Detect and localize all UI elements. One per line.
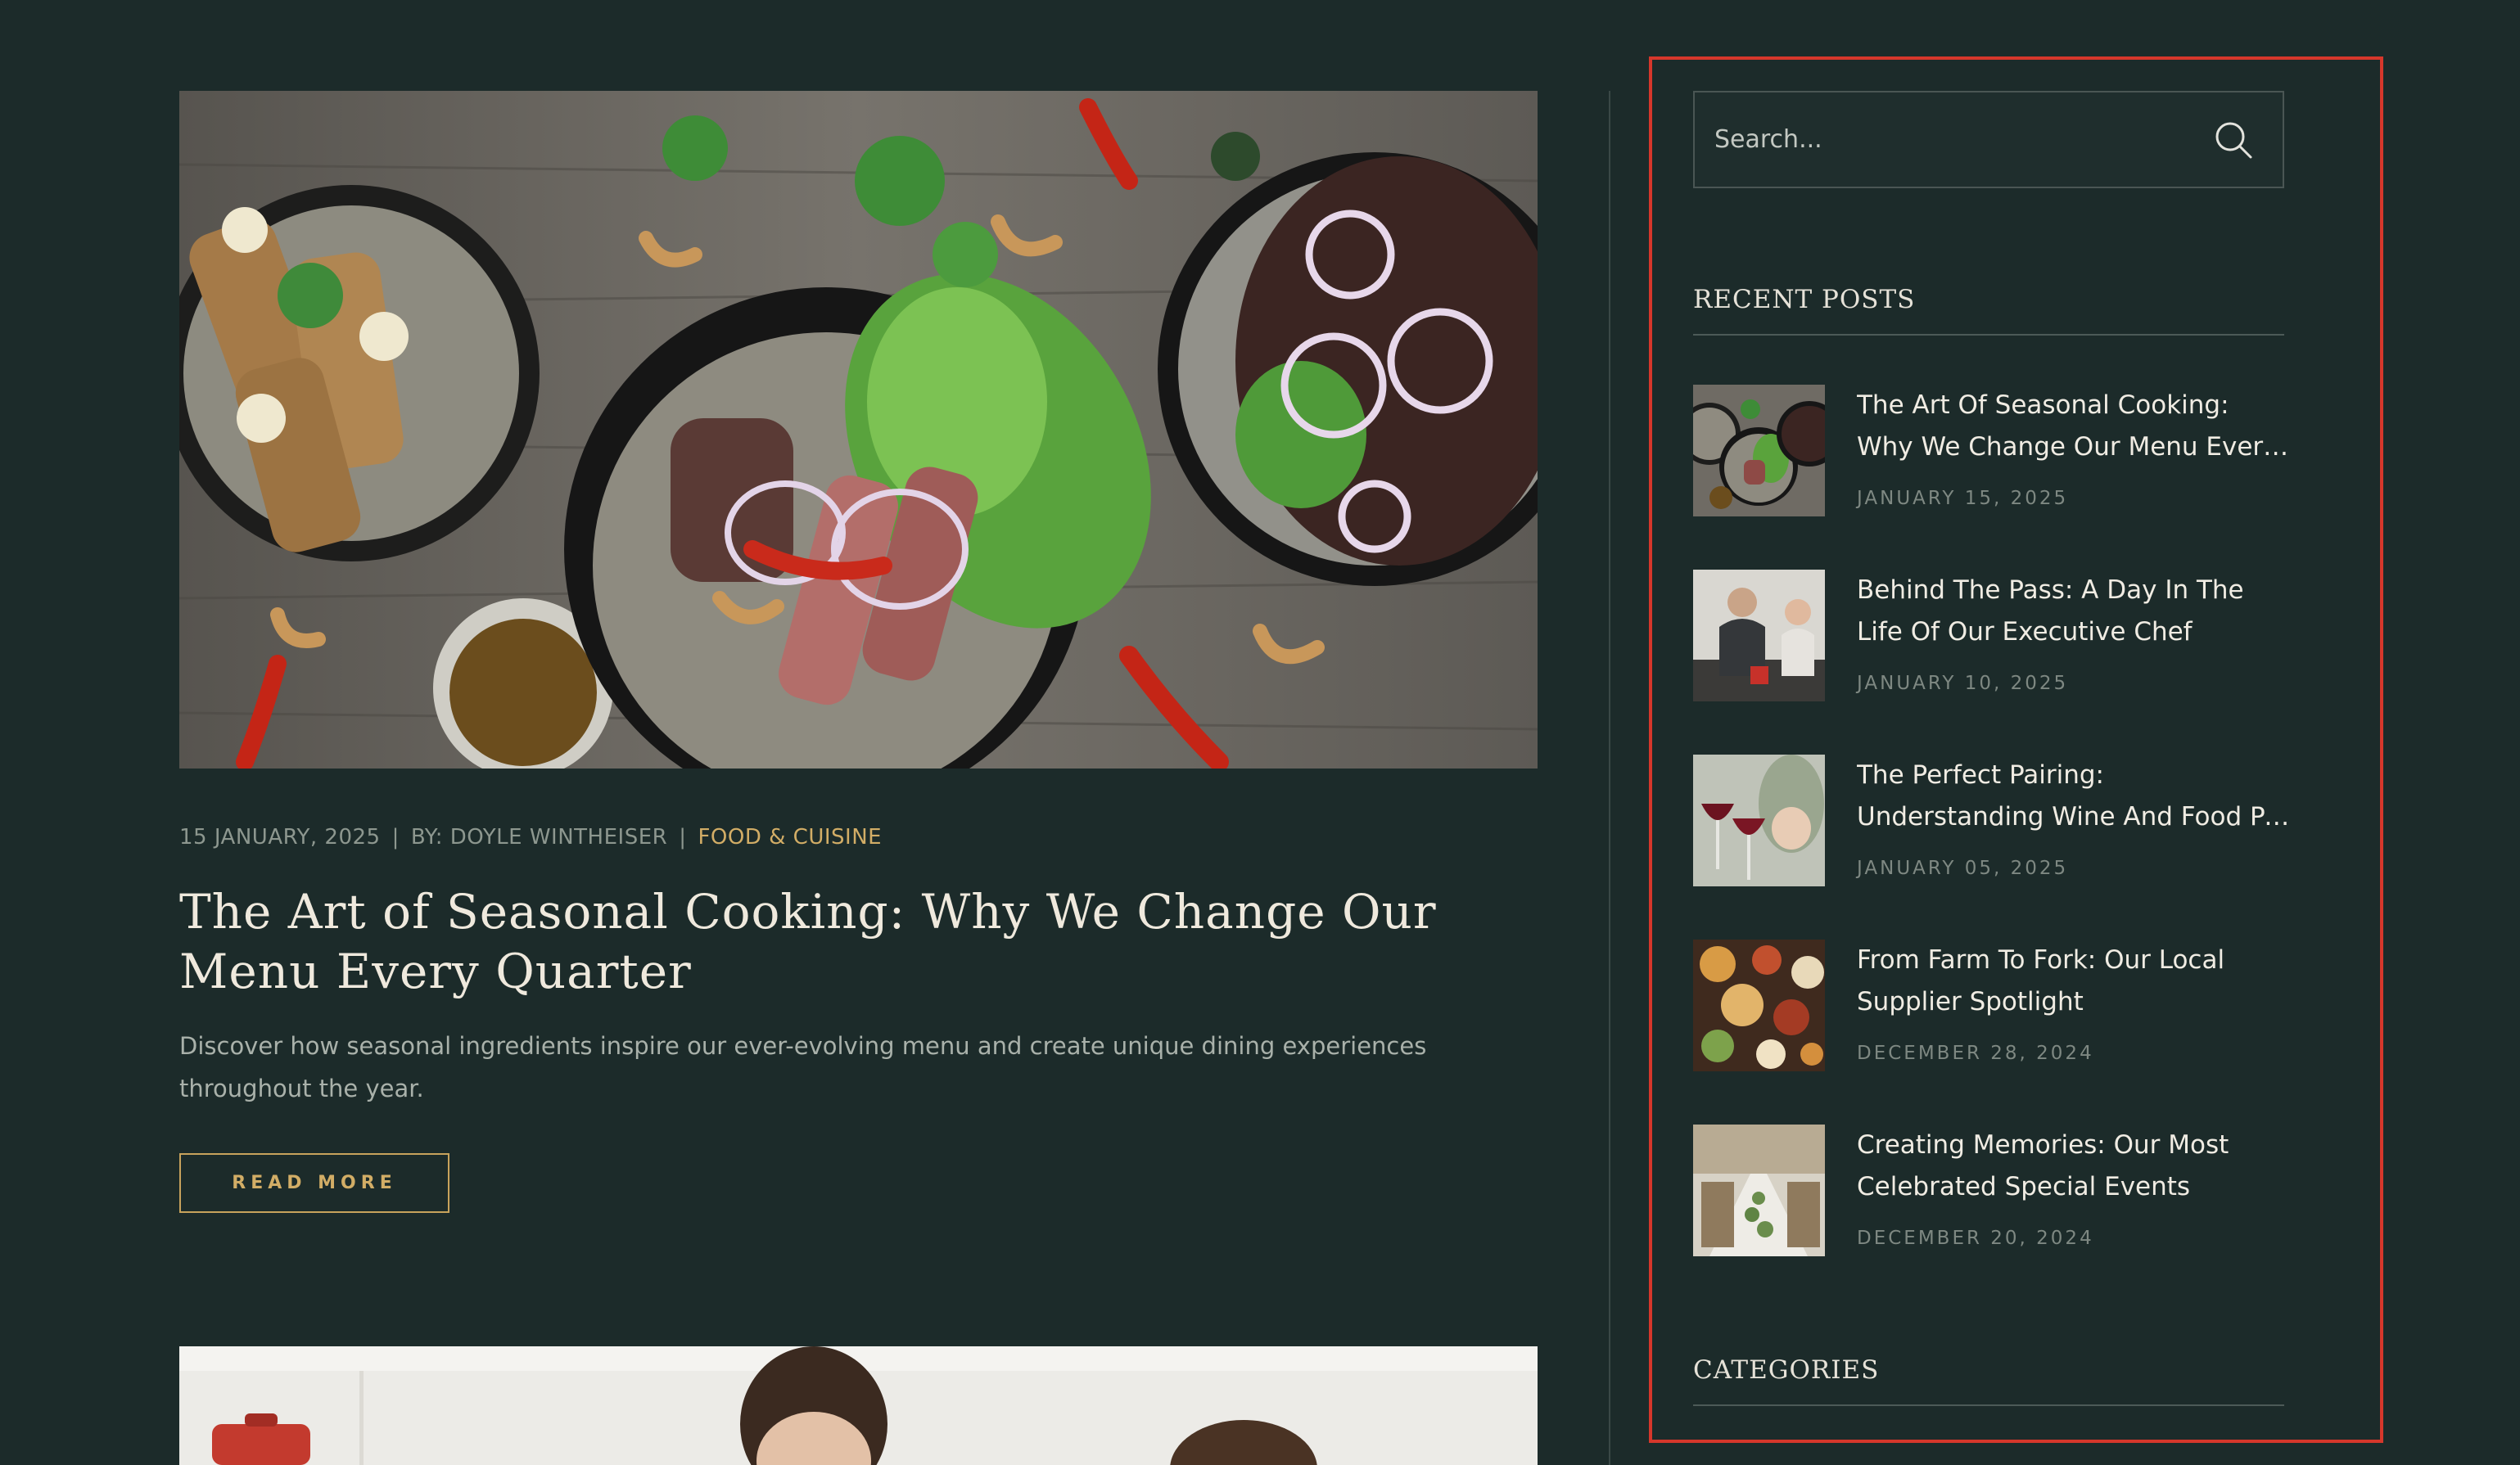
recent-post-date: DECEMBER 20, 2024 xyxy=(1857,1228,2094,1249)
recent-post-title-line: Creating Memories: Our Most xyxy=(1857,1130,2229,1160)
recent-post-item[interactable]: Creating Memories: Our Most Celebrated S… xyxy=(1693,1125,2284,1260)
recent-post-thumbnail[interactable] xyxy=(1693,755,1825,886)
recent-post-title-line: Supplier Spotlight xyxy=(1857,987,2084,1016)
recent-post-title-line: The Perfect Pairing: xyxy=(1857,760,2104,790)
recent-post-thumbnail[interactable] xyxy=(1693,385,1825,516)
recent-post-title[interactable]: The Perfect Pairing: Understanding Wine … xyxy=(1857,755,2291,838)
recent-post-date: JANUARY 15, 2025 xyxy=(1857,488,2069,509)
search-icon[interactable] xyxy=(2212,119,2255,161)
recent-post-title-line: Understanding Wine And Food Pairings xyxy=(1857,802,2291,832)
post-author[interactable]: BY: DOYLE WINTHEISER xyxy=(411,825,667,850)
post-title[interactable]: The Art of Seasonal Cooking: Why We Chan… xyxy=(179,882,1571,1002)
featured-post-image[interactable] xyxy=(179,91,1538,769)
people-photo xyxy=(179,1346,1538,1465)
recent-post-title[interactable]: Behind The Pass: A Day In The Life Of Ou… xyxy=(1857,570,2291,653)
second-post-image[interactable] xyxy=(179,1346,1538,1465)
recent-post-item[interactable]: Behind The Pass: A Day In The Life Of Ou… xyxy=(1693,570,2284,705)
recent-post-title[interactable]: The Art Of Seasonal Cooking: Why We Chan… xyxy=(1857,385,2291,468)
post-excerpt: Discover how seasonal ingredients inspir… xyxy=(179,1032,1427,1102)
recent-post-date: JANUARY 10, 2025 xyxy=(1857,673,2069,694)
recent-post-title-line: Why We Change Our Menu Every Quarter xyxy=(1857,432,2291,462)
recent-post-item[interactable]: From Farm To Fork: Our Local Supplier Sp… xyxy=(1693,940,2284,1075)
read-more-button[interactable]: READ MORE xyxy=(179,1153,449,1213)
recent-post-title[interactable]: Creating Memories: Our Most Celebrated S… xyxy=(1857,1125,2291,1208)
meta-separator: | xyxy=(679,825,687,850)
recent-post-date: JANUARY 05, 2025 xyxy=(1857,858,2069,879)
categories-rule xyxy=(1693,1404,2284,1406)
meta-separator: | xyxy=(391,825,400,850)
recent-post-title-line: From Farm To Fork: Our Local xyxy=(1857,945,2225,975)
column-divider xyxy=(1609,91,1610,1465)
recent-post-title-line: Celebrated Special Events xyxy=(1857,1172,2191,1201)
recent-post-title[interactable]: From Farm To Fork: Our Local Supplier Sp… xyxy=(1857,940,2291,1023)
search-widget xyxy=(1693,91,2284,188)
post-meta: 15 JANUARY, 2025 | BY: DOYLE WINTHEISER | FO… xyxy=(179,825,882,850)
post-category-link[interactable]: FOOD & CUISINE xyxy=(698,825,882,850)
recent-post-item[interactable]: The Perfect Pairing: Understanding Wine … xyxy=(1693,755,2291,890)
recent-post-title-line: The Art Of Seasonal Cooking: xyxy=(1857,390,2229,420)
recent-post-thumbnail[interactable] xyxy=(1693,570,1825,701)
food-photo xyxy=(179,91,1538,769)
recent-posts-rule xyxy=(1693,334,2284,336)
recent-post-title-line: Life Of Our Executive Chef xyxy=(1857,617,2193,647)
recent-post-thumbnail[interactable] xyxy=(1693,1125,1825,1256)
recent-post-item[interactable]: The Art Of Seasonal Cooking: Why We Chan… xyxy=(1693,385,2291,520)
search-input[interactable] xyxy=(1714,92,2173,187)
featured-post xyxy=(179,91,1538,769)
recent-post-thumbnail[interactable] xyxy=(1693,940,1825,1071)
post-date: 15 JANUARY, 2025 xyxy=(179,825,381,850)
recent-posts-title: RECENT POSTS xyxy=(1693,285,1916,314)
recent-post-title-line: Behind The Pass: A Day In The xyxy=(1857,575,2244,605)
recent-post-date: DECEMBER 28, 2024 xyxy=(1857,1043,2094,1064)
categories-title: CATEGORIES xyxy=(1693,1355,1880,1385)
